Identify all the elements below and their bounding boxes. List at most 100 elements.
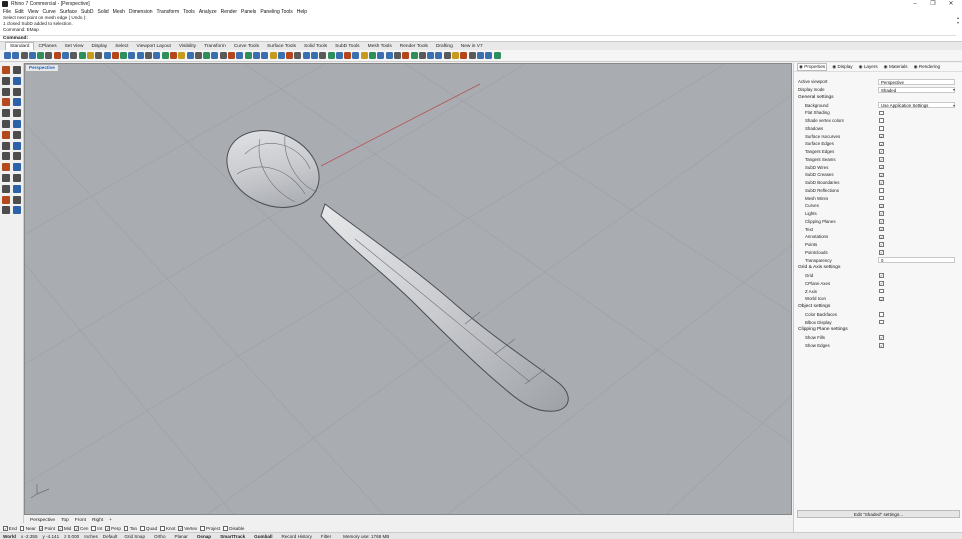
osnap-disable[interactable]: Disable	[223, 526, 244, 531]
toolbar-command-icon[interactable]	[4, 52, 11, 59]
toolbar-command-icon[interactable]	[161, 52, 169, 59]
toolbar-command-icon[interactable]	[335, 52, 343, 59]
side-tool-icon[interactable]	[2, 141, 10, 150]
setting-checkbox-flat-shading[interactable]	[879, 110, 884, 116]
setting-checkbox-color-backfaces[interactable]	[879, 312, 884, 317]
toolbar-tab-surface-tools[interactable]: Surface Tools	[263, 43, 300, 50]
side-tool-icon[interactable]	[13, 98, 21, 107]
setting-checkbox-pointclouds[interactable]: ✓	[879, 250, 884, 255]
osnap-tan[interactable]: Tan	[123, 526, 137, 531]
units-label[interactable]: Inches	[84, 534, 98, 539]
setting-checkbox-shadows[interactable]	[879, 126, 884, 131]
toolbar-tab-render-tools[interactable]: Render Tools	[396, 43, 432, 50]
osnap-cen[interactable]: ✓ Cen	[74, 526, 88, 531]
toolbar-command-icon[interactable]	[460, 52, 468, 59]
side-tool-icon[interactable]	[2, 66, 10, 74]
chevron-down-icon[interactable]: ▾	[953, 103, 955, 108]
viewport-tab-front[interactable]: Front	[72, 518, 89, 523]
toolbar-command-icon[interactable]	[261, 52, 269, 59]
toolbar-command-icon[interactable]	[37, 52, 45, 59]
toolbar-command-icon[interactable]	[62, 52, 70, 59]
menu-item-curve[interactable]: Curve	[42, 9, 55, 15]
setting-checkbox-annotations[interactable]: ✓	[879, 234, 884, 240]
side-tool-icon[interactable]	[13, 76, 21, 85]
toolbar-command-icon[interactable]	[103, 52, 111, 59]
setting-checkbox-tangent-edges[interactable]: ✓	[879, 149, 884, 154]
setting-checkbox-show-edges[interactable]: ✓	[879, 343, 884, 348]
side-tool-icon[interactable]	[2, 184, 10, 193]
setting-checkbox-mesh-wires[interactable]	[879, 195, 884, 201]
menu-item-transform[interactable]: Transform	[157, 9, 180, 15]
toolbar-command-icon[interactable]	[53, 52, 61, 59]
toolbar-command-icon[interactable]	[70, 52, 78, 59]
toolbar-tab-select[interactable]: Select	[111, 43, 132, 50]
toolbar-command-icon[interactable]	[377, 52, 385, 59]
side-tool-icon[interactable]	[2, 163, 10, 172]
toolbar-command-icon[interactable]	[128, 52, 136, 59]
cplane-label[interactable]: World	[3, 534, 16, 539]
menu-item-dimension[interactable]: Dimension	[129, 9, 153, 15]
setting-checkbox-subd-wires[interactable]: ✓	[879, 164, 884, 170]
edit-display-settings-button[interactable]: Edit "Shaded" settings...	[797, 510, 960, 518]
side-tool-icon[interactable]	[2, 152, 10, 161]
menu-item-paneling-tools[interactable]: Paneling Tools	[260, 9, 292, 15]
toolbar-command-icon[interactable]	[327, 52, 335, 59]
osnap-checkbox[interactable]	[123, 526, 129, 531]
toolbar-tab-drafting[interactable]: Drafting	[432, 43, 457, 50]
transparency-field[interactable]: 0	[878, 257, 955, 264]
side-tool-icon[interactable]	[2, 173, 10, 182]
toolbar-tab-mesh-tools[interactable]: Mesh Tools	[364, 43, 396, 50]
setting-checkbox-z-axis[interactable]	[879, 288, 884, 294]
toolbar-command-icon[interactable]	[393, 52, 401, 59]
toolbar-command-icon[interactable]	[111, 52, 119, 59]
toolbar-command-icon[interactable]	[452, 52, 460, 59]
osnap-checkbox[interactable]: ✓	[3, 526, 8, 531]
perspective-viewport[interactable]: Perspective	[24, 63, 792, 515]
toolbar-tab-subd-tools[interactable]: SubD Tools	[331, 43, 363, 50]
toolbar-tab-curve-tools[interactable]: Curve Tools	[230, 43, 263, 50]
setting-checkbox-subd-creases[interactable]: ✓	[879, 172, 884, 178]
command-input[interactable]: Command:	[0, 35, 956, 41]
setting-checkbox-subd-boundaries[interactable]: ✓	[879, 180, 884, 185]
side-tool-icon[interactable]	[2, 109, 10, 118]
background-select[interactable]: Use Application Settings	[878, 102, 955, 109]
osnap-vertex[interactable]: ✓ Vertex	[178, 526, 197, 531]
side-tool-icon[interactable]	[13, 119, 21, 128]
toolbar-command-icon[interactable]	[169, 52, 177, 59]
active-viewport-field[interactable]: Perspective	[878, 78, 955, 85]
viewport-tab-top[interactable]: Top	[58, 518, 72, 523]
side-tool-icon[interactable]	[13, 130, 21, 139]
toolbar-command-icon[interactable]	[78, 52, 86, 59]
toolbar-command-icon[interactable]	[443, 52, 451, 59]
status-pane-grid-snap[interactable]: Grid Snap	[122, 534, 147, 539]
toolbar-tab-standard[interactable]: Standard	[5, 42, 35, 50]
osnap-end[interactable]: ✓ End	[3, 526, 17, 531]
toolbar-command-icon[interactable]	[427, 52, 435, 59]
osnap-checkbox[interactable]	[140, 526, 145, 531]
status-pane-record-history[interactable]: Record History	[280, 534, 314, 539]
side-tool-icon[interactable]	[13, 206, 21, 215]
osnap-checkbox[interactable]	[19, 526, 25, 531]
menu-item-solid[interactable]: Solid	[98, 9, 109, 15]
menu-item-help[interactable]: Help	[297, 9, 307, 15]
menu-item-render[interactable]: Render	[221, 9, 237, 15]
toolbar-command-icon[interactable]	[45, 52, 53, 59]
toolbar-command-icon[interactable]	[302, 52, 310, 59]
osnap-near[interactable]: Near	[19, 526, 36, 531]
side-tool-icon[interactable]	[13, 109, 21, 118]
side-tool-icon[interactable]	[2, 119, 10, 128]
menu-item-mesh[interactable]: Mesh	[113, 9, 125, 15]
status-pane-osnap[interactable]: Osnap	[195, 534, 213, 539]
panel-tab-materials[interactable]: ◉ Materials	[883, 64, 909, 70]
viewport-tab-perspective[interactable]: Perspective	[27, 518, 58, 523]
toolbar-command-icon[interactable]	[352, 52, 360, 59]
side-tool-icon[interactable]	[2, 87, 10, 96]
osnap-checkbox[interactable]	[200, 526, 205, 531]
close-button[interactable]: ✕	[942, 0, 960, 8]
setting-checkbox-shade-vertex-colors[interactable]	[879, 118, 884, 123]
toolbar-command-icon[interactable]	[28, 52, 36, 59]
status-pane-filter[interactable]: Filter	[319, 534, 333, 539]
setting-checkbox-lights[interactable]: ✓	[879, 211, 884, 216]
menu-item-surface[interactable]: Surface	[60, 9, 77, 15]
setting-checkbox-tangent-seams[interactable]: ✓	[879, 157, 884, 162]
